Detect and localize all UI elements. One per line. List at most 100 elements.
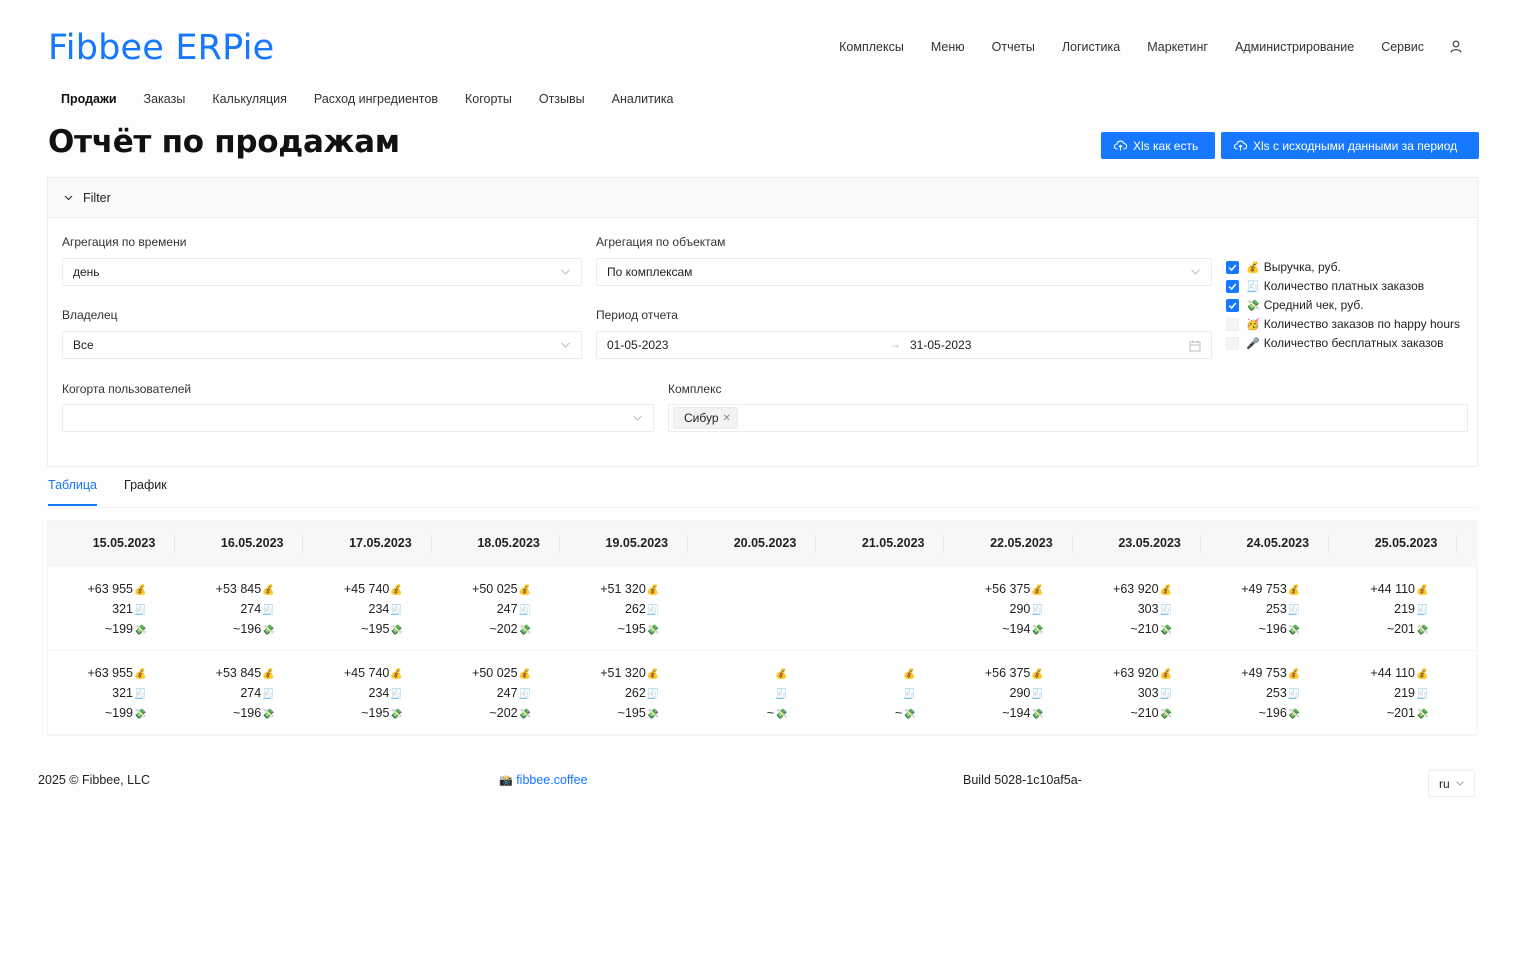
cell-line: 290🧾 [929,600,1044,620]
cell-line: ~194💸 [929,620,1044,640]
cell-line [673,618,787,637]
cell-value: 274 [240,602,262,616]
cell-line: ~💸 [673,704,788,724]
money-bag-icon: 💰 [1416,585,1429,596]
cell-value: ~210 [1130,706,1159,720]
cell-value: +53 845 [215,666,262,680]
nav-logistics[interactable]: Логистика [1062,40,1120,54]
metric-happy-hours[interactable]: 🥳 Количество заказов по happy hours [1226,317,1460,331]
table-cell: +53 845💰 274🧾 ~196💸 [160,664,288,724]
object-agg-select[interactable]: По комплексам [596,258,1212,286]
view-tabs: Таблица График [48,478,194,506]
cell-value: +45 740 [343,582,390,596]
receipt-icon: 🧾 [1416,605,1429,616]
nav-menu[interactable]: Меню [931,40,965,54]
cell-value: ~201 [1386,706,1415,720]
money-bag-icon: 💰 [646,585,660,596]
money-bag-icon: 💰 [775,669,788,680]
nav-admin[interactable]: Администрирование [1235,40,1354,54]
cell-line: +45 740💰 [288,664,403,684]
chevron-down-icon [1455,781,1464,786]
subnav-calculation[interactable]: Калькуляция [212,92,287,106]
period-range-picker[interactable]: 01-05-2023 → 31-05-2023 [596,331,1212,359]
footer-link-text[interactable]: fibbee.coffee [516,773,587,787]
table-cell: +49 753💰 253🧾 ~196💸 [1186,580,1314,640]
camera-icon: 📸 [499,775,513,787]
close-icon[interactable]: ✕ [723,413,731,424]
cell-value: +44 110 [1370,582,1415,596]
cell-value: 247 [496,602,518,616]
cell-value: 290 [1009,686,1031,700]
cell-value: +63 955 [87,582,133,596]
subnav-analytics[interactable]: Аналитика [612,92,674,106]
metric-paid-orders[interactable]: 🧾 Количество платных заказов [1226,279,1424,293]
cohort-select[interactable] [62,404,654,432]
app-logo[interactable]: Fibbee ERPie [48,28,274,68]
metric-revenue[interactable]: 💰 Выручка, руб. [1226,260,1341,274]
cell-line: +50 025💰 [417,580,531,600]
subnav-orders[interactable]: Заказы [144,92,186,106]
nav-reports[interactable]: Отчеты [992,40,1035,54]
checkbox-revenue[interactable] [1226,260,1239,274]
receipt-icon: 🧾 [1031,605,1044,616]
receipt-icon: 🧾 [262,605,275,616]
money-bag-icon: 💰 [903,669,916,680]
money-wings-icon: 💸 [518,625,532,636]
complex-label: Комплекс [668,382,722,396]
cell-line: 💰 [673,664,787,684]
column-header: 22.05.2023 [990,536,1053,550]
metric-free-orders[interactable]: 🎤 Количество бесплатных заказов [1226,336,1444,350]
cell-line: 219🧾 [1314,600,1428,620]
money-bag-icon: 💰 [1287,585,1301,596]
cell-value: 262 [624,686,646,700]
column-separator [815,535,817,553]
user-icon[interactable] [1450,40,1464,54]
subnav-sales[interactable]: Продажи [61,92,117,106]
receipt-icon: 🧾 [646,605,660,616]
cell-line: ~195💸 [288,620,403,640]
cell-line: +53 845💰 [160,580,275,600]
filter-toggle[interactable]: Filter [48,178,1477,218]
receipt-icon: 🧾 [1416,689,1429,700]
receipt-icon: 🧾 [903,689,916,700]
checkbox-free-orders[interactable] [1226,336,1239,350]
xls-as-is-button[interactable]: Xls как есть [1101,132,1215,159]
cell-value: ~ [894,706,903,720]
subnav-ingredients[interactable]: Расход ингредиентов [314,92,438,106]
cell-value: 234 [368,686,390,700]
metric-avg-check[interactable]: 💸 Средний чек, руб. [1226,298,1364,312]
filter-title: Filter [83,190,111,205]
money-bag-icon: 💰 [262,585,275,596]
checkbox-happy-hours[interactable] [1226,317,1239,331]
time-agg-select[interactable]: день [62,258,582,286]
xls-raw-data-button[interactable]: Xls с исходными данными за период [1221,132,1479,159]
cell-line [801,580,915,599]
table-header: 15.05.2023 16.05.2023 17.05.2023 18.05.2023… [48,521,1476,567]
period-to[interactable]: 31-05-2023 [910,338,971,352]
nav-service[interactable]: Сервис [1381,40,1424,54]
cell-value: ~201 [1386,622,1415,636]
checkbox-avg-check[interactable] [1226,298,1239,312]
subnav-cohorts[interactable]: Когорты [465,92,512,106]
subnav-reviews[interactable]: Отзывы [539,92,585,106]
money-bag-icon: 💰 [390,669,403,680]
money-wings-icon: 💸 [903,709,916,720]
period-from[interactable]: 01-05-2023 [607,338,668,352]
cell-line: ~💸 [801,704,916,724]
footer-link[interactable]: 📸 fibbee.coffee [499,773,588,787]
tab-table[interactable]: Таблица [48,478,98,506]
cell-line: +53 845💰 [160,664,275,684]
owner-select[interactable]: Все [62,331,582,359]
cell-line: +56 375💰 [929,580,1044,600]
cell-value: ~199 [104,706,133,720]
language-select[interactable]: ru [1428,770,1475,797]
nav-marketing[interactable]: Маркетинг [1147,40,1208,54]
nav-complexes[interactable]: Комплексы [839,40,904,54]
filter-panel: Filter Агрегация по времени день Агрегац… [47,177,1478,467]
complex-multiselect[interactable]: Сибур ✕ [668,404,1468,432]
cell-line: ~210💸 [1058,620,1172,640]
checkbox-paid-orders[interactable] [1226,279,1239,293]
cell-value: +56 375 [984,582,1031,596]
cell-value: +49 753 [1241,666,1287,680]
tab-chart[interactable]: График [124,478,167,506]
